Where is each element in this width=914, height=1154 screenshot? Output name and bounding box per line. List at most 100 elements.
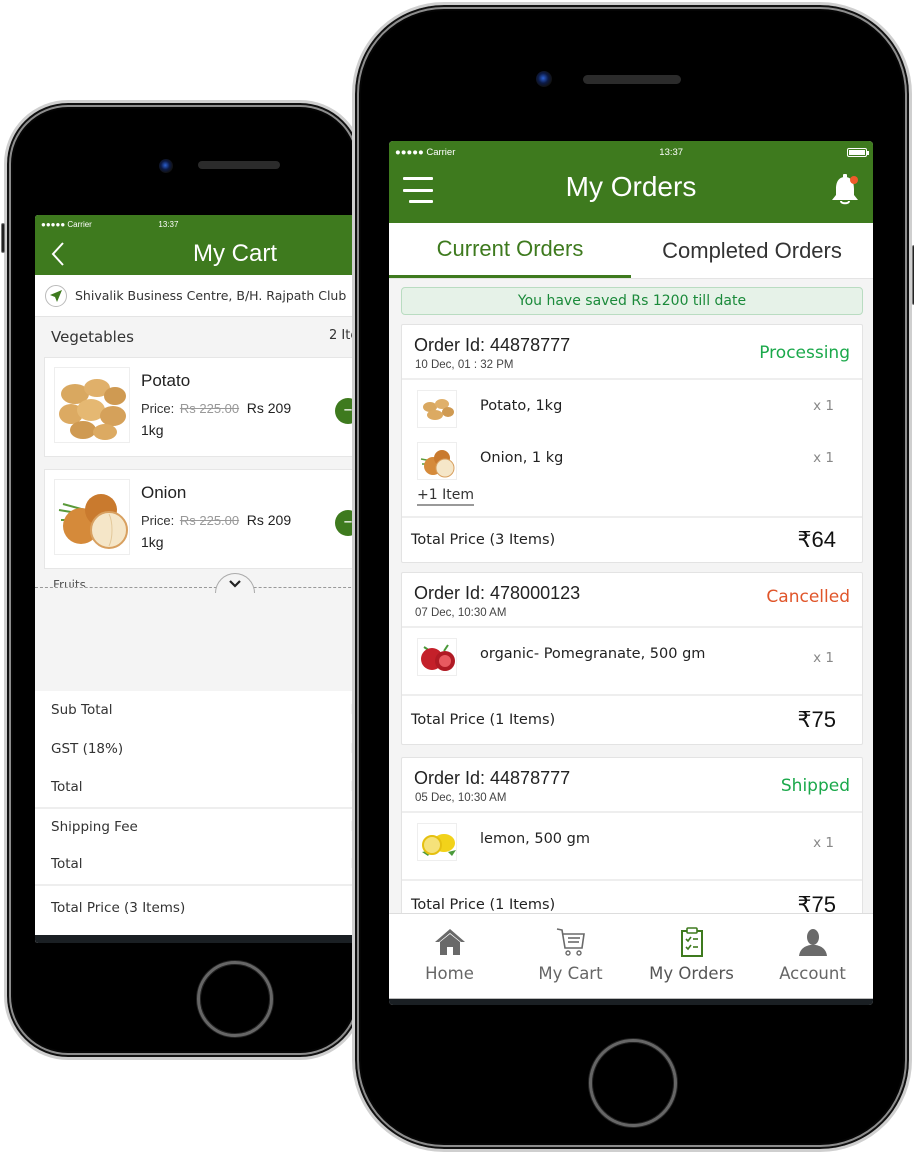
order-item: organic- Pomegranate, 500 gm x 1 (402, 628, 862, 694)
hamburger-line (403, 188, 433, 192)
total-label: Total Price (3 Items) (411, 532, 556, 548)
dashed-divider (35, 587, 361, 588)
summary-label: Total (51, 856, 83, 873)
screen-bottom-edge (389, 999, 873, 1005)
price-label: Price: (141, 513, 175, 528)
tab-current-orders[interactable]: Current Orders (389, 223, 631, 278)
potato-image (417, 390, 457, 428)
order-header: Order Id: 44878777 05 Dec, 10:30 AM Ship… (402, 758, 862, 813)
order-item: Potato, 1kg x 1 (402, 380, 862, 432)
clock: 13:37 (158, 219, 179, 229)
onion-image (54, 479, 130, 555)
nav-label: My Cart (538, 964, 603, 983)
item-quantity: x 1 (813, 398, 834, 414)
item-name: Potato (141, 371, 191, 390)
cart-app-bar: ●●●●● Carrier 13:37 My Cart (35, 215, 361, 275)
item-name: lemon, 500 gm (480, 831, 590, 847)
pomegranate-image (417, 638, 457, 676)
clipboard-check-icon (680, 927, 703, 957)
category-header: Vegetables 2 Item (35, 317, 361, 353)
category-name: Vegetables (51, 328, 134, 346)
item-unit: 1kg (141, 534, 164, 550)
item-quantity: x 1 (813, 650, 834, 666)
order-card[interactable]: Order Id: 44878777 05 Dec, 10:30 AM Ship… (401, 757, 863, 930)
order-date: 10 Dec, 01 : 32 PM (415, 359, 514, 371)
new-price: Rs 209 (246, 400, 292, 416)
total-label: Total Price (1 Items) (411, 897, 556, 913)
summary-row: Shipping FeeRs (35, 806, 361, 846)
total-label: Total Price (1 Items) (411, 712, 556, 728)
summary-fold: Fruits (35, 573, 361, 593)
total-price-row: Total Price (3 Items)R (35, 883, 361, 930)
cart-item: Onion Price: Rs 225.00 Rs 209 1kg – (44, 469, 361, 569)
nav-my-cart[interactable]: My Cart (510, 914, 631, 998)
phone-speaker (583, 75, 681, 84)
item-price: Price: Rs 225.00 Rs 209 (141, 400, 291, 416)
screen-bottom-edge (35, 935, 361, 943)
item-name: Onion (141, 483, 187, 502)
item-name: Onion, 1 kg (480, 450, 564, 466)
cart-screen: ●●●●● Carrier 13:37 My Cart Shivalik Bus… (35, 215, 361, 943)
order-card[interactable]: Order Id: 44878777 10 Dec, 01 : 32 PM Pr… (401, 324, 863, 563)
hamburger-line (409, 200, 433, 203)
lemon-image (417, 823, 457, 861)
summary-row: Sub TotalRs (35, 691, 361, 730)
item-price: Price: Rs 225.00 Rs 209 (141, 512, 291, 528)
hamburger-icon (403, 177, 433, 180)
cart-item: Potato Price: Rs 225.00 Rs 209 1kg – (44, 357, 361, 457)
new-price: Rs 209 (246, 512, 292, 528)
potato-image (54, 367, 130, 443)
carrier-label: ●●●●● Carrier (395, 146, 456, 158)
chevron-down-icon (229, 579, 241, 588)
page-title: My Cart (193, 240, 277, 267)
phone-camera (536, 71, 552, 87)
order-total: Total Price (3 Items) ₹64 (402, 516, 862, 562)
battery-icon (846, 147, 869, 157)
status-badge: Processing (759, 343, 850, 363)
phone-mockup-orders: ●●●●● Carrier 13:37 My Orders Current Or… (352, 2, 914, 1152)
location-arrow-icon (45, 284, 67, 307)
notifications-button[interactable] (829, 173, 861, 207)
savings-banner: You have saved Rs 1200 till date (401, 287, 863, 315)
order-card[interactable]: Order Id: 478000123 07 Dec, 10:30 AM Can… (401, 572, 863, 745)
order-item: lemon, 500 gm x 1 (402, 813, 862, 879)
delivery-address[interactable]: Shivalik Business Centre, B/H. Rajpath C… (35, 275, 361, 317)
next-category-peek: Fruits (53, 578, 86, 587)
status-badge: Shipped (780, 776, 850, 796)
order-total: Total Price (1 Items) ₹75 (402, 694, 862, 744)
item-name: Potato, 1kg (480, 398, 563, 414)
back-button[interactable] (47, 240, 71, 268)
bottom-navigation: Home My Cart My Orders Account (389, 913, 873, 999)
nav-account[interactable]: Account (752, 914, 873, 998)
cart-icon (556, 928, 585, 956)
expand-summary-button[interactable] (215, 573, 255, 593)
address-text: Shivalik Business Centre, B/H. Rajpath C… (75, 288, 347, 303)
onion-image (417, 442, 457, 480)
total-amount: ₹64 (797, 527, 836, 552)
order-item: Onion, 1 kg x 1 (402, 432, 862, 484)
status-bar: ●●●●● Carrier 13:37 (35, 215, 361, 233)
nav-home[interactable]: Home (389, 914, 510, 998)
price-summary: Sub TotalRs GST (18%)Rs TotalRs Shipping… (35, 691, 361, 943)
chevron-left-icon (51, 242, 64, 266)
summary-row: TotalRs (35, 845, 361, 884)
nav-my-orders[interactable]: My Orders (631, 914, 752, 998)
order-id: Order Id: 44878777 (414, 335, 571, 355)
summary-row: TotalRs (35, 768, 361, 807)
summary-label: GST (18%) (51, 740, 124, 757)
item-quantity: x 1 (813, 450, 834, 466)
nav-label: My Orders (649, 964, 734, 983)
price-label: Price: (141, 401, 175, 416)
tab-completed-orders[interactable]: Completed Orders (631, 223, 873, 278)
more-items-link[interactable]: +1 Item (417, 487, 474, 506)
summary-label: Sub Total (51, 702, 113, 719)
clock: 13:37 (659, 146, 684, 158)
phone-side-button (1, 223, 5, 253)
item-quantity: x 1 (813, 835, 834, 851)
order-tabs: Current Orders Completed Orders (389, 223, 873, 279)
phone-home-button (197, 961, 273, 1037)
item-unit: 1kg (141, 422, 164, 438)
page-title: My Orders (565, 171, 697, 202)
order-id: Order Id: 44878777 (414, 768, 571, 788)
menu-button[interactable] (401, 177, 433, 203)
